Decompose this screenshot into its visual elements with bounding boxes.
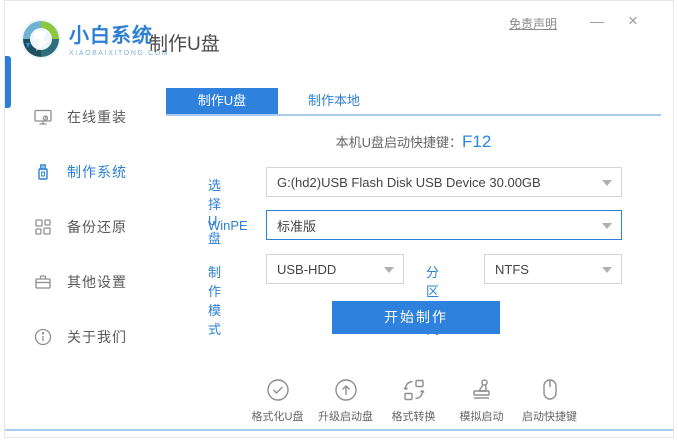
monitor-reinstall-icon (33, 107, 53, 127)
boot-hotkey-value: F12 (462, 132, 492, 151)
winpe-select-dropdown[interactable]: 标准版 (266, 210, 622, 240)
sidebar-item-label: 关于我们 (67, 328, 127, 345)
usb-select-dropdown[interactable]: G:(hd2)USB Flash Disk USB Device 30.00GB (266, 167, 622, 197)
bottom-accent-line (5, 429, 673, 431)
arrow-up-circle-icon (333, 377, 359, 403)
page-title: 制作U盘 (149, 34, 220, 55)
mode-select-label: 制作模式 (208, 265, 222, 337)
sidebar-item-label: 备份还原 (67, 218, 127, 235)
stamp-icon (469, 377, 495, 403)
check-circle-icon (265, 377, 291, 403)
sidebar: 在线重装 制作系统 备份还原 其他设置 关于我们 (5, 89, 165, 364)
usb-select-label: 选择U盘 (208, 178, 222, 246)
boot-hotkey-hint: 本机U盘启动快捷键：F12 (166, 132, 661, 152)
partition-select-value: NTFS (495, 261, 529, 277)
tool-upgrade-boot-disk[interactable]: 升级启动盘 (312, 377, 380, 424)
tool-format-convert[interactable]: 格式转换 (380, 377, 448, 424)
convert-icon (401, 377, 427, 403)
mode-select-value: USB-HDD (277, 261, 337, 277)
sidebar-item-label: 制作系统 (67, 163, 127, 180)
app-window: 小白系统 XIAOBAIXITONG.COM 制作U盘 免责声明 — × 在线重… (4, 0, 674, 438)
chevron-down-icon (602, 180, 612, 186)
tool-label: 格式化U盘 (251, 411, 304, 423)
sidebar-item-make-system[interactable]: 制作系统 (5, 144, 165, 199)
mode-select-dropdown[interactable]: USB-HDD (266, 254, 404, 284)
tab-make-usb[interactable]: 制作U盘 (166, 88, 278, 114)
tool-label: 升级启动盘 (318, 411, 373, 423)
tool-simulate-boot[interactable]: 模拟启动 (448, 377, 516, 424)
minimize-button[interactable]: — (587, 13, 607, 29)
tool-format-usb[interactable]: 格式化U盘 (244, 377, 312, 424)
header: 小白系统 XIAOBAIXITONG.COM 制作U盘 免责声明 — × (5, 1, 673, 81)
close-button[interactable]: × (623, 11, 643, 31)
backup-grid-icon (33, 217, 53, 237)
tab-underline (166, 114, 661, 116)
boot-hotkey-label: 本机U盘启动快捷键： (335, 135, 463, 150)
sidebar-item-about-us[interactable]: 关于我们 (5, 309, 165, 364)
winpe-select-label: WinPE (208, 218, 248, 233)
tab-bar: 制作U盘 制作本地 (166, 88, 661, 116)
sidebar-item-backup-restore[interactable]: 备份还原 (5, 199, 165, 254)
tool-label: 格式转换 (391, 411, 436, 423)
chevron-down-icon (384, 267, 394, 273)
tab-make-local[interactable]: 制作本地 (278, 88, 390, 114)
tool-label: 启动快捷键 (522, 411, 577, 423)
briefcase-icon (33, 272, 53, 292)
sidebar-item-other-settings[interactable]: 其他设置 (5, 254, 165, 309)
sidebar-item-label: 在线重装 (67, 108, 127, 125)
usb-select-value: G:(hd2)USB Flash Disk USB Device 30.00GB (277, 174, 541, 190)
partition-select-dropdown[interactable]: NTFS (484, 254, 622, 284)
tool-label: 模拟启动 (459, 411, 504, 423)
disclaimer-link[interactable]: 免责声明 (509, 15, 557, 32)
sidebar-item-online-reinstall[interactable]: 在线重装 (5, 89, 165, 144)
usb-drive-icon (33, 162, 53, 182)
sidebar-item-label: 其他设置 (67, 273, 127, 290)
tool-boot-hotkey[interactable]: 启动快捷键 (516, 377, 584, 424)
info-circle-icon (33, 327, 53, 347)
footer-toolbar: 格式化U盘 升级启动盘 格式转换 模拟启动 启动快捷键 (166, 377, 661, 424)
app-logo-icon (19, 17, 63, 61)
winpe-select-value: 标准版 (277, 218, 317, 234)
chevron-down-icon (602, 223, 612, 229)
chevron-down-icon (602, 267, 612, 273)
mouse-icon (537, 377, 563, 403)
start-make-button[interactable]: 开始制作 (332, 301, 500, 334)
